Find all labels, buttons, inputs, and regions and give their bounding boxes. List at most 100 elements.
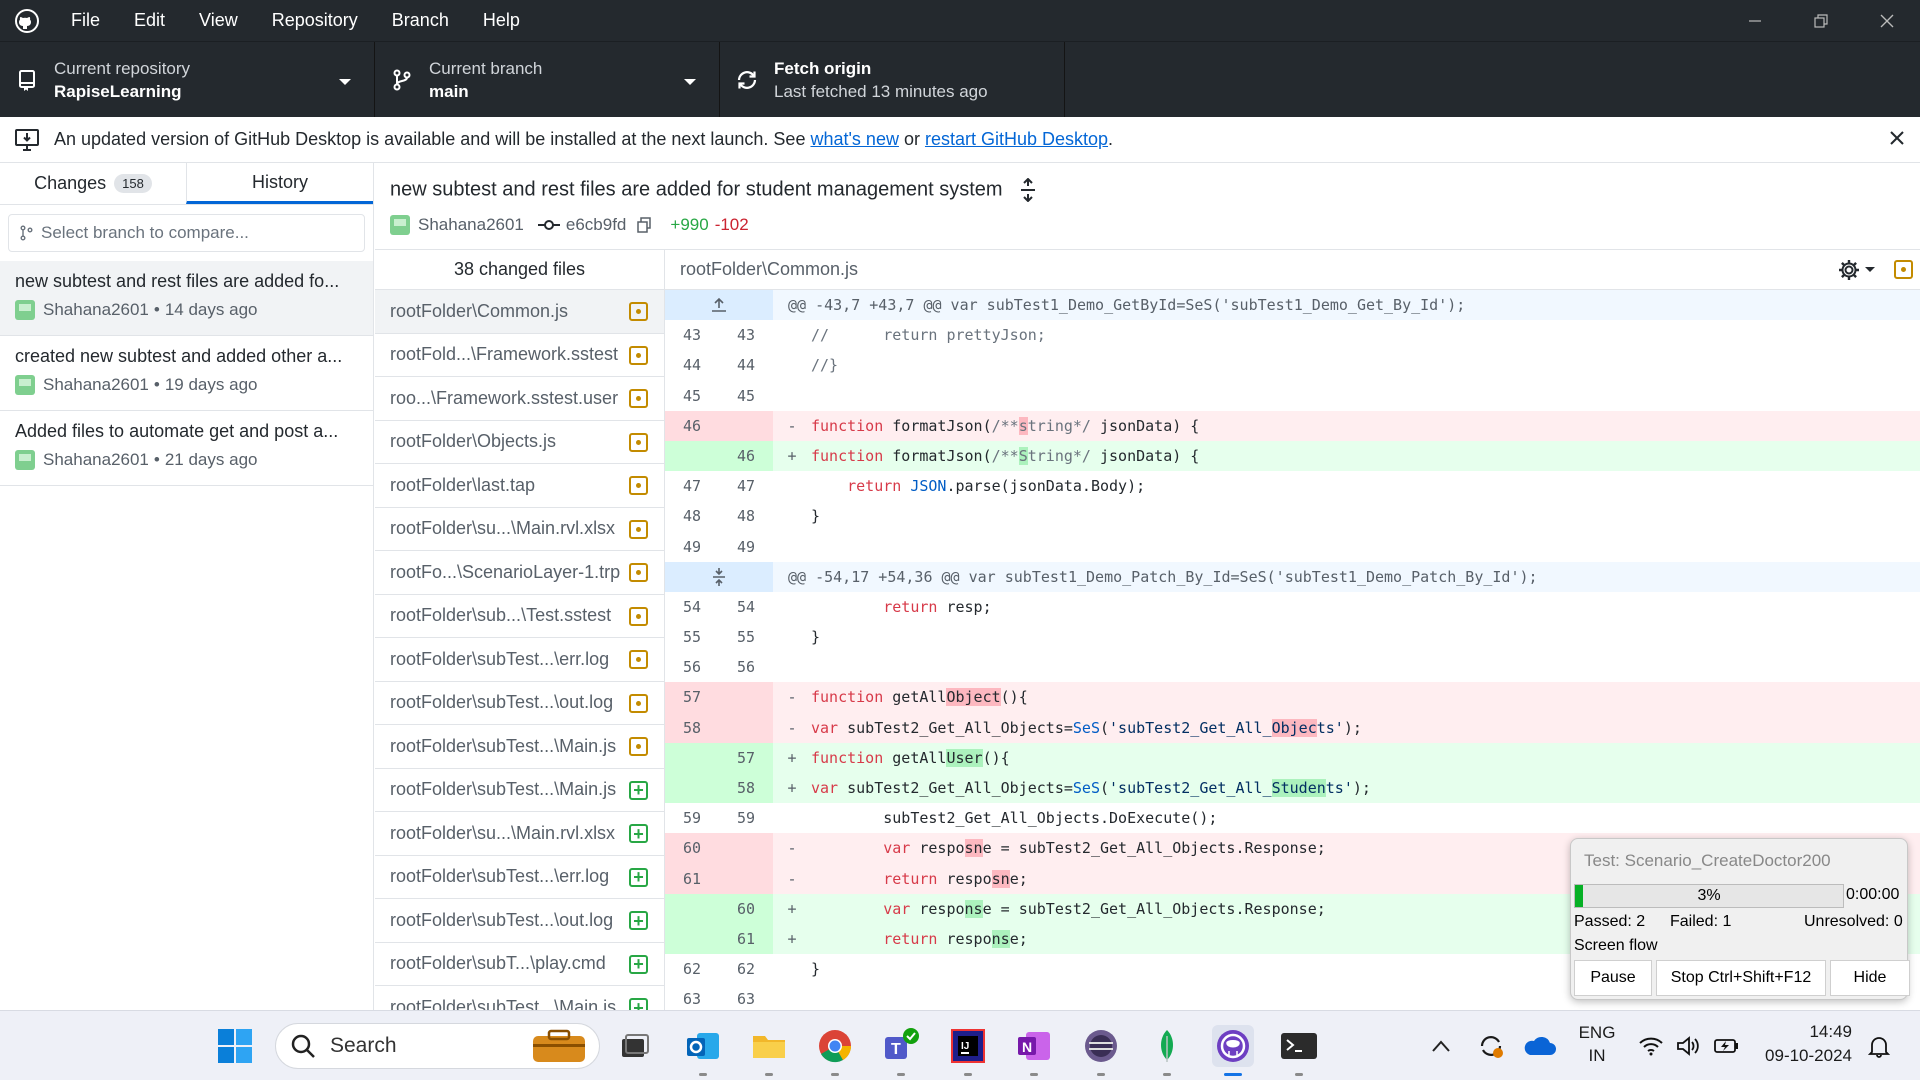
restart-link[interactable]: restart GitHub Desktop: [925, 129, 1108, 150]
added-status-icon: +: [629, 954, 648, 974]
mongodb-icon[interactable]: [1146, 1025, 1188, 1076]
changed-file-item[interactable]: rootFold...\Framework.sstest: [375, 334, 664, 377]
onenote-icon[interactable]: N: [1013, 1025, 1055, 1076]
commit-time: 14 days ago: [164, 300, 258, 319]
window-controls: [1722, 0, 1920, 41]
modified-status-icon: [629, 389, 648, 408]
file-name: rootFolder\subTest...\err.log: [390, 866, 610, 887]
changed-file-item[interactable]: rootFo...\ScenarioLayer-1.trp: [375, 551, 664, 595]
commit-title-text: new subtest and rest files are added for…: [390, 178, 1003, 201]
sidebar: Changes 158 History Select branch to com…: [0, 163, 374, 1010]
changed-file-item[interactable]: rootFolder\subTest...\Main.js +: [375, 769, 664, 812]
close-window-icon[interactable]: [1854, 0, 1920, 41]
commit-list-item[interactable]: new subtest and rest files are added fo.…: [0, 261, 373, 336]
stop-button[interactable]: Stop Ctrl+Shift+F12: [1656, 960, 1826, 996]
commit-summary: new subtest and rest files are added for…: [375, 163, 1920, 249]
elapsed-time: 0:00:00: [1846, 886, 1900, 903]
changed-file-item[interactable]: rootFolder\last.tap: [375, 464, 664, 508]
diff-hunk-header: @@ -43,7 +43,7 @@ var subTest1_Demo_GetB…: [665, 290, 1920, 321]
menu-file[interactable]: File: [54, 0, 117, 41]
avatar: [390, 215, 410, 235]
terminal-icon[interactable]: [1278, 1025, 1320, 1076]
copy-icon[interactable]: [636, 217, 652, 233]
task-view-icon[interactable]: [614, 1025, 656, 1067]
changed-file-item[interactable]: rootFolder\subTest...\out.log +: [375, 899, 664, 943]
branch-compare-input[interactable]: Select branch to compare...: [8, 214, 365, 252]
sync-status-icon[interactable]: [1470, 1025, 1512, 1067]
svg-text:N: N: [1022, 1039, 1032, 1055]
commit-sha: e6cb9fd: [565, 215, 627, 234]
tab-changes[interactable]: Changes 158: [0, 163, 186, 204]
github-desktop-icon[interactable]: [1212, 1025, 1254, 1076]
commit-author: Shahana2601: [43, 375, 149, 394]
changed-file-item[interactable]: rootFolder\su...\Main.rvl.xlsx +: [375, 812, 664, 856]
fetch-origin-button[interactable]: Fetch origin Last fetched 13 minutes ago: [720, 42, 1065, 118]
intellij-icon[interactable]: IJ: [947, 1025, 989, 1076]
commit-icon: [537, 220, 560, 230]
test-runner-popup: Test: Scenario_CreateDoctor200 3% 0:00:0…: [1570, 838, 1910, 1000]
menu-view[interactable]: View: [182, 0, 255, 41]
hide-button[interactable]: Hide: [1830, 960, 1910, 996]
windows-start-icon[interactable]: [214, 1025, 256, 1067]
commit-list-item[interactable]: Added files to automate get and post a..…: [0, 411, 373, 486]
added-status-icon: +: [629, 780, 648, 800]
changed-file-item[interactable]: rootFolder\subTest...\err.log +: [375, 856, 664, 899]
teams-icon[interactable]: T: [880, 1025, 922, 1076]
close-banner-icon[interactable]: [1888, 129, 1906, 152]
avatar: [15, 300, 35, 320]
chevron-up-icon[interactable]: [1420, 1025, 1462, 1067]
diff-options-button[interactable]: [1838, 259, 1876, 281]
onedrive-icon[interactable]: [1518, 1025, 1560, 1067]
whats-new-link[interactable]: what's new: [810, 129, 898, 150]
menu-edit[interactable]: Edit: [117, 0, 182, 41]
modified-status-icon: [629, 345, 648, 365]
changed-file-item[interactable]: rootFolder\sub...\Test.sstest: [375, 595, 664, 638]
expand-icon[interactable]: [1018, 177, 1038, 203]
repo-icon: [0, 69, 54, 91]
changed-file-item[interactable]: rootFolder\subT...\play.cmd +: [375, 943, 664, 986]
test-progress-bar: 3%: [1574, 884, 1844, 908]
outlook-icon[interactable]: [682, 1025, 724, 1076]
changed-file-item[interactable]: rootFolder\subTest...\Main.js: [375, 725, 664, 769]
branch-icon: [375, 68, 429, 92]
avatar: [15, 375, 35, 395]
pause-button[interactable]: Pause: [1574, 960, 1652, 996]
current-branch-button[interactable]: Current branch main: [375, 42, 720, 118]
changed-file-item[interactable]: rootFolder\subTest...\out.log: [375, 682, 664, 725]
modified-status-icon: [629, 693, 648, 713]
notification-bell-icon[interactable]: [1858, 1025, 1900, 1067]
menu-branch[interactable]: Branch: [375, 0, 466, 41]
expand-up-icon[interactable]: [665, 290, 773, 321]
changed-file-item[interactable]: rootFolder\su...\Main.rvl.xlsx: [375, 508, 664, 551]
commit-author: Shahana2601: [418, 215, 524, 234]
changed-file-item[interactable]: rootFolder\Objects.js: [375, 421, 664, 464]
added-status-icon: +: [629, 867, 648, 887]
current-repository-button[interactable]: Current repository RapiseLearning: [0, 42, 375, 118]
menu-repository[interactable]: Repository: [255, 0, 375, 41]
clock-time[interactable]: 14:49: [1752, 1022, 1852, 1042]
volume-icon[interactable]: [1668, 1025, 1710, 1067]
changed-file-item[interactable]: rootFolder\Common.js: [375, 290, 664, 334]
eclipse-icon[interactable]: [1080, 1025, 1122, 1076]
wifi-icon[interactable]: [1630, 1025, 1672, 1067]
tab-history[interactable]: History: [186, 163, 373, 204]
battery-icon[interactable]: [1706, 1025, 1748, 1067]
changed-file-item[interactable]: rootFolder\subTest...\Main.js +: [375, 986, 664, 1010]
region-label: IN: [1588, 1046, 1606, 1065]
menu-help[interactable]: Help: [466, 0, 537, 41]
chrome-icon[interactable]: [814, 1025, 856, 1076]
diff-line-deleted: 46- function formatJson(/**string*/ jsonD…: [665, 410, 1920, 441]
file-explorer-icon[interactable]: [748, 1025, 790, 1076]
commit-list-item[interactable]: created new subtest and added other a...…: [0, 336, 373, 411]
modified-status-icon: [629, 519, 648, 539]
language-label[interactable]: ENG: [1577, 1023, 1617, 1043]
expand-icon[interactable]: [665, 561, 773, 592]
changed-file-item[interactable]: rootFolder\subTest...\err.log: [375, 638, 664, 682]
file-name: rootFolder\subTest...\out.log: [390, 692, 614, 713]
diff-line: 55 55}: [682, 628, 821, 647]
minimize-icon[interactable]: [1722, 0, 1788, 41]
taskbar-search-input[interactable]: Search: [275, 1023, 600, 1069]
file-name: rootFolder\subTest...\Main.js: [390, 996, 617, 1010]
changed-file-item[interactable]: roo...\Framework.sstest.user: [375, 377, 664, 421]
restore-icon[interactable]: [1788, 0, 1854, 41]
